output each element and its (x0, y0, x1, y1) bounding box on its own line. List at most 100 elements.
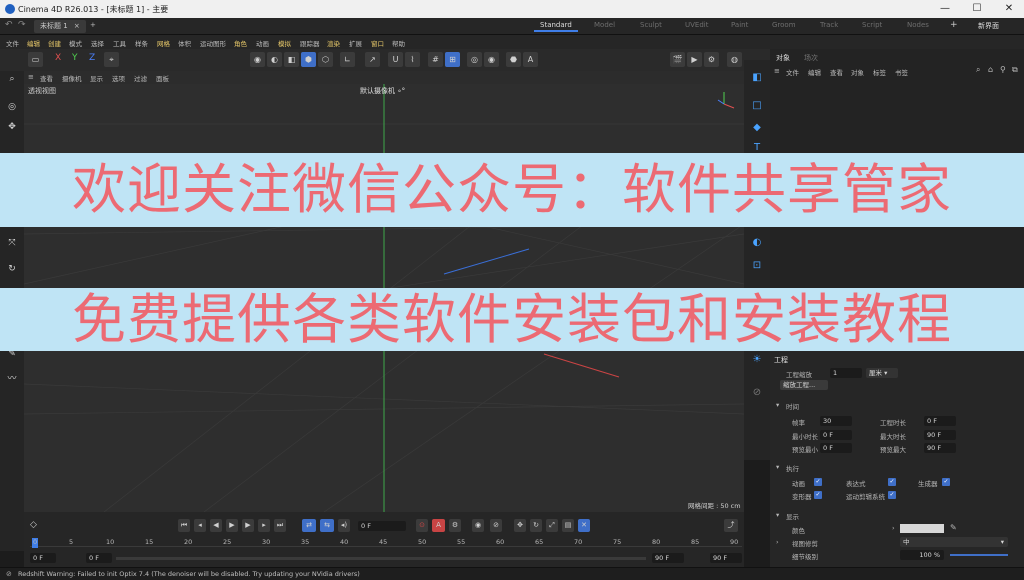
locked-workplane-icon[interactable]: ◎ (467, 52, 482, 67)
key-param-icon[interactable]: ▤ (562, 519, 574, 532)
motion-system-checkbox[interactable]: ✓ (888, 491, 896, 499)
record-icon[interactable]: ⊙ (416, 519, 428, 532)
prev-key-icon[interactable]: ◂ (194, 519, 206, 532)
snap-icon[interactable]: # (428, 52, 443, 67)
lod-slider[interactable] (950, 554, 1008, 556)
layout-uvedit[interactable]: UVEdit (685, 21, 708, 29)
objects-new-window-icon[interactable]: ⧉ (1012, 65, 1018, 75)
tweak-mode-icon[interactable]: ↗ (365, 52, 380, 67)
light-object-icon[interactable]: ☀ (749, 352, 765, 368)
key-rotation-icon[interactable]: ↻ (530, 519, 542, 532)
layout-paint[interactable]: Paint (731, 21, 748, 29)
menu-tracker[interactable]: 跟踪器 (300, 38, 320, 48)
viewport-camera[interactable]: 默认摄像机 ∘° (360, 86, 405, 96)
points-mode-icon[interactable]: ◐ (267, 52, 282, 67)
color-swatch[interactable] (900, 524, 944, 533)
viewport-clip-expand-icon[interactable]: › (776, 538, 779, 546)
menu-tools[interactable]: 工具 (113, 38, 126, 48)
preview-start-input[interactable]: 0 F (86, 553, 112, 563)
menu-character[interactable]: 角色 (234, 38, 247, 48)
obj-menu-bookmarks[interactable]: 书签 (895, 67, 908, 77)
range-start-input[interactable]: 0 F (30, 553, 56, 563)
camera-object-icon[interactable]: ◧ (749, 70, 765, 86)
preview-max-input[interactable]: 90 F (924, 443, 956, 453)
model-mode-icon[interactable]: ◉ (250, 52, 265, 67)
menu-volume[interactable]: 体积 (178, 38, 191, 48)
axis-x-toggle[interactable]: X (55, 53, 61, 63)
add-tab-button[interactable]: + (90, 21, 96, 29)
redo-icon[interactable]: ↷ (18, 20, 26, 30)
vp-menu-panel[interactable]: 面板 (156, 73, 169, 83)
axis-mode-icon[interactable]: ∟ (340, 52, 355, 67)
render-safe-icon[interactable]: ◉ (484, 52, 499, 67)
objects-search-icon[interactable]: ⌕ (976, 65, 980, 75)
loop-icon[interactable]: ⇄ (302, 519, 316, 532)
play-icon[interactable]: ▶ (226, 519, 238, 532)
max-time-input[interactable]: 90 F (924, 430, 956, 440)
scale-tool-icon[interactable]: ⤧ (4, 235, 20, 251)
menu-mograph[interactable]: 运动图形 (200, 38, 226, 48)
vp-menu-filter[interactable]: 过滤 (134, 73, 147, 83)
keyframe-diamond-icon[interactable]: ◇ (30, 520, 37, 530)
select-tool-icon[interactable]: ◎ (4, 99, 20, 115)
min-time-input[interactable]: 0 F (820, 430, 852, 440)
obj-menu-object[interactable]: 对象 (851, 67, 864, 77)
vp-menu-view[interactable]: 查看 (40, 73, 53, 83)
layout-script[interactable]: Script (862, 21, 882, 29)
range-slider[interactable] (116, 557, 646, 560)
fps-input[interactable]: 30 (820, 416, 852, 426)
render-view-icon[interactable]: 🎬 (670, 52, 685, 67)
next-frame-icon[interactable]: ▶ (242, 519, 254, 532)
search-icon[interactable]: ⌕ (4, 71, 20, 87)
preview-range-icon[interactable]: ⇆ (320, 519, 334, 532)
viewport-solo-icon[interactable]: ⬣ (506, 52, 521, 67)
objects-hamburger-icon[interactable]: ≡ (774, 67, 780, 75)
range-end-input[interactable]: 90 F (710, 553, 742, 563)
cube-object-icon[interactable]: ◆ (749, 120, 765, 136)
axis-y-toggle[interactable]: Y (72, 53, 78, 63)
maximize-button[interactable]: ☐ (962, 2, 992, 16)
layout-sculpt[interactable]: Sculpt (640, 21, 662, 29)
menu-select[interactable]: 选择 (91, 38, 104, 48)
menu-help[interactable]: 帮助 (392, 38, 405, 48)
field-icon[interactable]: ⊡ (749, 258, 765, 274)
magnet-icon[interactable]: U (388, 52, 403, 67)
preview-min-input[interactable]: 0 F (820, 443, 852, 453)
vp-menu-cameras[interactable]: 摄像机 (62, 73, 82, 83)
layout-standard[interactable]: Standard (534, 21, 578, 32)
key-settings-icon[interactable]: ⚙ (449, 519, 461, 532)
prev-frame-icon[interactable]: ◀ (210, 519, 222, 532)
color-expand-icon[interactable]: › (892, 524, 895, 532)
sound-icon[interactable]: ◂) (338, 519, 350, 532)
cube-primitive-icon[interactable]: ▭ (28, 52, 43, 67)
motion-record-icon[interactable]: ◉ (472, 519, 484, 532)
eyedropper-icon[interactable]: ✎ (950, 523, 957, 532)
menu-extensions[interactable]: 扩展 (349, 38, 362, 48)
polygons-mode-icon[interactable]: ⬢ (301, 52, 316, 67)
lod-input[interactable]: 100 % (900, 550, 944, 560)
fcurve-icon[interactable]: ⤴ (724, 519, 738, 532)
move-tool-icon[interactable]: ✥ (4, 119, 20, 135)
next-key-icon[interactable]: ▸ (258, 519, 270, 532)
key-pla-icon[interactable]: ✕ (578, 519, 590, 532)
menu-edit[interactable]: 编辑 (27, 38, 40, 48)
menu-animate[interactable]: 动画 (256, 38, 269, 48)
project-length-input[interactable]: 0 F (924, 416, 956, 426)
obj-menu-edit[interactable]: 编辑 (808, 67, 821, 77)
key-position-icon[interactable]: ✥ (514, 519, 526, 532)
layout-track[interactable]: Track (820, 21, 838, 29)
deformer-icon[interactable]: ◐ (749, 235, 765, 251)
menu-create[interactable]: 创建 (48, 38, 61, 48)
undo-icon[interactable]: ↶ (5, 20, 13, 30)
menu-file[interactable]: 文件 (6, 38, 19, 48)
project-unit-select[interactable]: 厘米 ▾ (866, 368, 898, 378)
render-picture-viewer-icon[interactable]: ▶ (687, 52, 702, 67)
menu-mode[interactable]: 模式 (69, 38, 82, 48)
layout-groom[interactable]: Groom (772, 21, 796, 29)
close-button[interactable]: ✕ (994, 2, 1024, 16)
menu-simulate[interactable]: 模拟 (278, 38, 291, 48)
viewport-clip-select[interactable]: 中 ▾ (900, 537, 1008, 547)
tab-objects[interactable]: 对象 (776, 53, 790, 63)
objects-filter-icon[interactable]: ⚲ (1000, 65, 1006, 74)
frame-ruler[interactable]: 0 5 10 15 20 25 30 35 40 45 50 55 60 65 … (30, 538, 742, 550)
